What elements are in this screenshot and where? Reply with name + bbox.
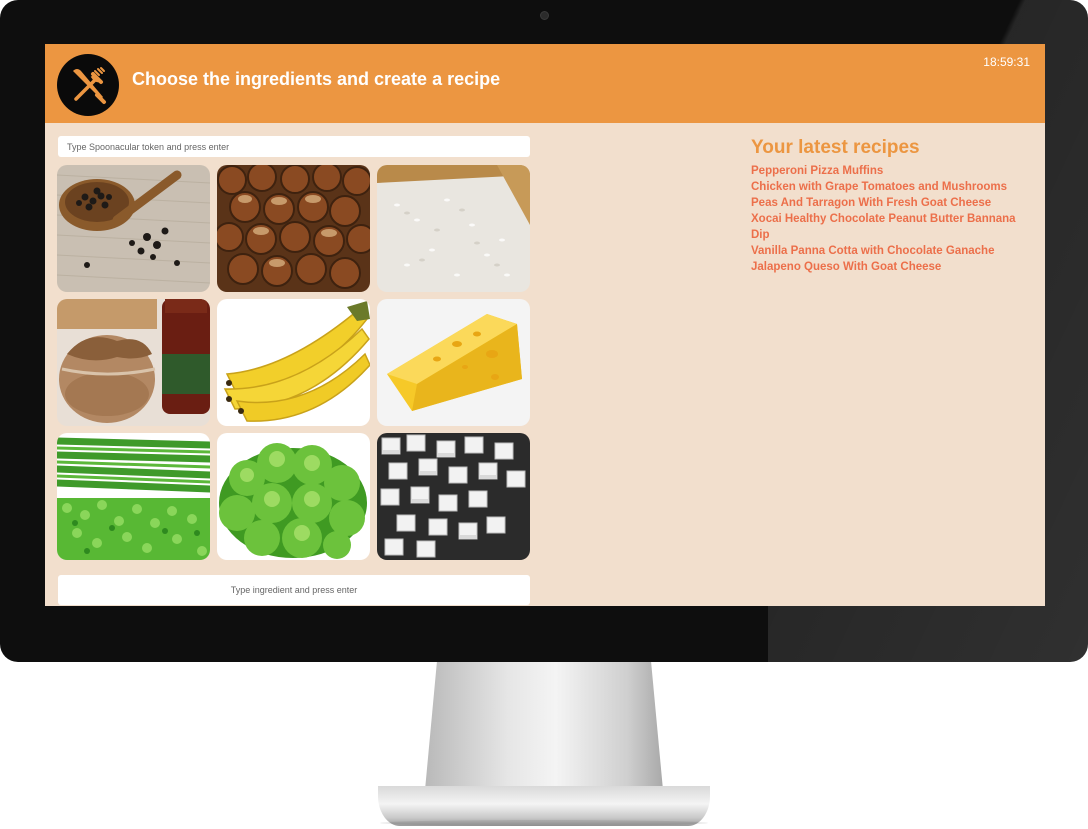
ingredient-tile-green-onions[interactable] <box>57 433 210 560</box>
recipe-link[interactable]: Xocai Healthy Chocolate Peanut Butter Ba… <box>751 211 1031 243</box>
recipe-link[interactable]: Peas And Tarragon With Fresh Goat Cheese <box>751 195 1031 211</box>
recipe-link[interactable]: Jalapeno Queso With Goat Cheese <box>751 259 1031 275</box>
monitor-stand-shadow <box>380 820 708 826</box>
clock: 18:59:31 <box>983 55 1030 69</box>
page-title: Choose the ingredients and create a reci… <box>132 69 501 89</box>
ingredient-tile-cheese[interactable] <box>377 299 530 426</box>
monitor-bezel: Choose the ingredients and create a reci… <box>0 0 1088 662</box>
fork-knife-icon[interactable] <box>57 54 119 116</box>
app-header: Choose the ingredients and create a reci… <box>45 44 1045 123</box>
ingredient-tile-peppercorns[interactable] <box>57 165 210 292</box>
ingredient-tile-peanut-butter[interactable] <box>57 299 210 426</box>
ingredient-tile-bananas[interactable] <box>217 299 370 426</box>
ingredient-tile-hazelnuts[interactable] <box>217 165 370 292</box>
latest-recipes-title: Your latest recipes <box>751 137 920 158</box>
recipe-link[interactable]: Chicken with Grape Tomatoes and Mushroom… <box>751 179 1031 195</box>
ingredient-input[interactable] <box>58 575 530 605</box>
ingredient-tile-lettuce[interactable] <box>217 433 370 560</box>
latest-recipes-panel: Your latest recipes Pepperoni Pizza Muff… <box>751 136 1031 275</box>
recipe-link[interactable]: Pepperoni Pizza Muffins <box>751 163 1031 179</box>
ingredient-tile-rice[interactable] <box>377 165 530 292</box>
ingredient-tile-sugar-cubes[interactable] <box>377 433 530 560</box>
app-screen: Choose the ingredients and create a reci… <box>45 44 1045 606</box>
monitor-stand-neck <box>425 662 663 790</box>
webcam <box>540 11 549 20</box>
token-input[interactable] <box>58 136 530 157</box>
recipe-link[interactable]: Vanilla Panna Cotta with Chocolate Ganac… <box>751 243 1031 259</box>
